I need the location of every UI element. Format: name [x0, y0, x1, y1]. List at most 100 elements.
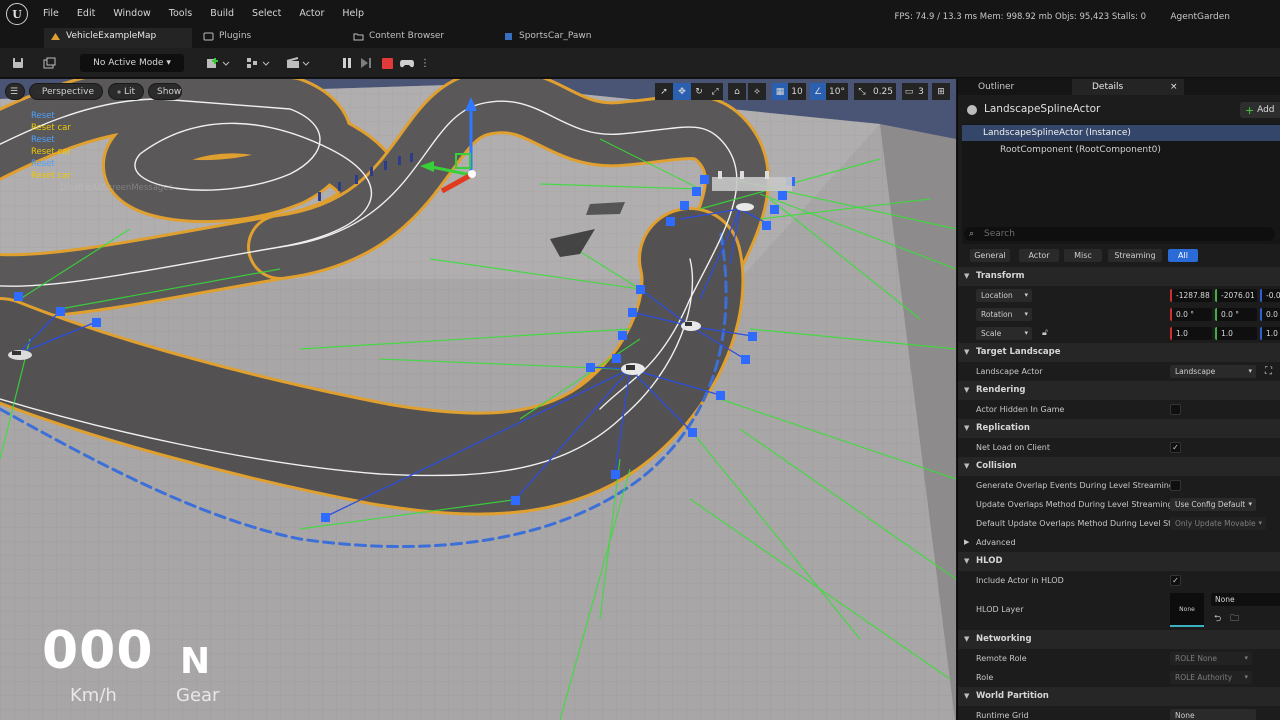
stop-icon[interactable]: [380, 54, 394, 72]
rotation-x-field[interactable]: 0.0 °: [1170, 308, 1212, 321]
blueprint-menu-icon[interactable]: [244, 54, 272, 72]
translate-mode-icon[interactable]: ✥: [673, 83, 691, 100]
category-target-landscape[interactable]: ▼ Target Landscape: [958, 343, 1280, 362]
tab-details[interactable]: Details ×: [1072, 79, 1184, 95]
landscape-actor-dropdown[interactable]: Landscape ▾: [1170, 365, 1256, 378]
viewport-menu-icon[interactable]: ☰: [5, 83, 25, 100]
category-hlod[interactable]: ▼ HLOD: [958, 552, 1280, 571]
actor-hidden-checkbox[interactable]: [1170, 404, 1181, 415]
scale-z-field[interactable]: 1.0: [1260, 327, 1280, 340]
lit-button[interactable]: Lit: [108, 83, 144, 100]
advanced-expander[interactable]: ▶ Advanced: [958, 533, 1280, 552]
vehicle[interactable]: [621, 363, 645, 375]
browse-back-icon[interactable]: ⮌: [1214, 610, 1221, 629]
source-control-icon[interactable]: [40, 54, 58, 72]
rotation-mode-dropdown[interactable]: Rotation ▾: [976, 308, 1032, 321]
add-component-button[interactable]: + Add: [1240, 102, 1280, 118]
category-networking[interactable]: ▼ Networking: [958, 630, 1280, 649]
runtime-grid-dropdown[interactable]: None: [1170, 709, 1256, 720]
generate-overlap-checkbox[interactable]: [1170, 480, 1181, 491]
hud-speed-unit: Km/h: [70, 685, 117, 706]
menu-window[interactable]: Window: [104, 0, 159, 28]
details-search-input[interactable]: Search: [964, 227, 1275, 241]
net-load-checkbox[interactable]: ✓: [1170, 442, 1181, 453]
remote-role-dropdown[interactable]: ROLE None ▾: [1170, 652, 1252, 665]
vehicle[interactable]: [736, 203, 754, 211]
angle-snap-icon[interactable]: ∠: [810, 83, 826, 100]
category-collision[interactable]: ▼ Collision: [958, 457, 1280, 476]
location-y-field[interactable]: -2076.01: [1215, 289, 1257, 302]
tab-vehicle-example-map[interactable]: VehicleExampleMap: [44, 28, 192, 48]
menu-build[interactable]: Build: [201, 0, 243, 28]
select-mode-icon[interactable]: ➚: [655, 83, 673, 100]
category-world-partition[interactable]: ▼ World Partition: [958, 687, 1280, 706]
perspective-button[interactable]: Perspective: [29, 83, 103, 100]
include-hlod-checkbox[interactable]: ✓: [1170, 575, 1181, 586]
close-icon[interactable]: ×: [1170, 79, 1178, 95]
prop-generate-overlap: Generate Overlap Events During Level Str…: [958, 476, 1280, 495]
vehicle[interactable]: [681, 321, 701, 331]
world-space-icon[interactable]: ⌂: [728, 83, 746, 100]
scale-x-field[interactable]: 1.0: [1170, 327, 1212, 340]
menu-edit[interactable]: Edit: [68, 0, 104, 28]
rotation-z-field[interactable]: 0.0 °: [1260, 308, 1280, 321]
rotate-mode-icon[interactable]: ↻: [691, 83, 707, 100]
tab-plugins[interactable]: Plugins: [197, 28, 337, 48]
pause-icon[interactable]: [340, 54, 354, 72]
possess-controller-icon[interactable]: [398, 54, 416, 72]
scale-mode-dropdown[interactable]: Scale ▾: [976, 327, 1032, 340]
mode-dropdown[interactable]: No Active Mode ▾: [80, 54, 184, 72]
filter-all[interactable]: All: [1168, 249, 1198, 262]
filter-general[interactable]: General: [970, 249, 1010, 262]
location-mode-dropdown[interactable]: Location ▾: [976, 289, 1032, 302]
menu-tools[interactable]: Tools: [160, 0, 201, 28]
scale-mode-icon[interactable]: ⤢: [707, 83, 723, 100]
scale-snap-value[interactable]: 0.25: [870, 83, 896, 100]
default-update-dropdown[interactable]: Only Update Movable ▾: [1170, 517, 1266, 530]
tab-outliner[interactable]: Outliner: [958, 79, 1070, 95]
menu-actor[interactable]: Actor: [290, 0, 333, 28]
scale-snap-icon[interactable]: ⤡: [854, 83, 870, 100]
surface-snap-icon[interactable]: ⟡: [748, 83, 766, 100]
category-rendering[interactable]: ▼ Rendering: [958, 381, 1280, 400]
angle-snap-value[interactable]: 10°: [826, 83, 848, 100]
maximize-viewport-icon[interactable]: ⊞: [932, 83, 950, 100]
update-overlaps-dropdown[interactable]: Use Config Default ▾: [1170, 498, 1256, 511]
location-z-field[interactable]: -0.0: [1260, 289, 1280, 302]
scale-y-field[interactable]: 1.0: [1215, 327, 1257, 340]
more-options-icon[interactable]: ⋮: [420, 54, 430, 72]
component-row-instance[interactable]: LandscapeSplineActor (Instance): [962, 125, 1280, 141]
debug-message: Reset: [31, 135, 55, 145]
tab-content-browser[interactable]: Content Browser: [347, 28, 487, 48]
category-transform[interactable]: ▼ Transform: [958, 267, 1280, 286]
add-content-icon[interactable]: [204, 54, 232, 72]
browse-folder-icon[interactable]: 🗀︎: [1230, 610, 1239, 629]
show-button[interactable]: Show: [148, 83, 182, 100]
rotation-y-field[interactable]: 0.0 °: [1215, 308, 1257, 321]
level-viewport[interactable]: ☰ Perspective Lit Show ➚ ✥ ↻ ⤢ ⌂ ⟡ ▦ 10 …: [0, 79, 956, 720]
vehicle[interactable]: [8, 350, 32, 360]
menu-select[interactable]: Select: [243, 0, 290, 28]
hlod-layer-thumbnail[interactable]: None: [1170, 593, 1204, 627]
location-x-field[interactable]: -1287.88: [1170, 289, 1212, 302]
filter-streaming[interactable]: Streaming: [1108, 249, 1162, 262]
component-row-root[interactable]: RootComponent (RootComponent0): [962, 142, 1280, 158]
lock-icon[interactable]: 🔓︎: [1042, 324, 1048, 343]
unreal-logo-icon[interactable]: U: [0, 0, 34, 28]
menu-help[interactable]: Help: [333, 0, 373, 28]
menu-file[interactable]: File: [34, 0, 68, 28]
grid-snap-icon[interactable]: ▦: [772, 83, 788, 100]
pick-actor-icon[interactable]: ⛶: [1265, 362, 1272, 381]
filter-misc[interactable]: Misc: [1064, 249, 1102, 262]
save-icon[interactable]: [10, 54, 26, 72]
camera-speed-value[interactable]: 3: [914, 83, 928, 100]
hlod-layer-field[interactable]: None: [1211, 593, 1280, 606]
tab-sportscar-pawn[interactable]: SportsCar_Pawn: [497, 28, 637, 48]
cinematics-icon[interactable]: [284, 54, 312, 72]
category-replication[interactable]: ▼ Replication: [958, 419, 1280, 438]
step-frame-icon[interactable]: [359, 54, 373, 72]
filter-actor[interactable]: Actor: [1019, 249, 1059, 262]
grid-size-value[interactable]: 10: [788, 83, 806, 100]
role-dropdown[interactable]: ROLE Authority ▾: [1170, 671, 1252, 684]
search-icon: ⌕: [969, 229, 975, 239]
